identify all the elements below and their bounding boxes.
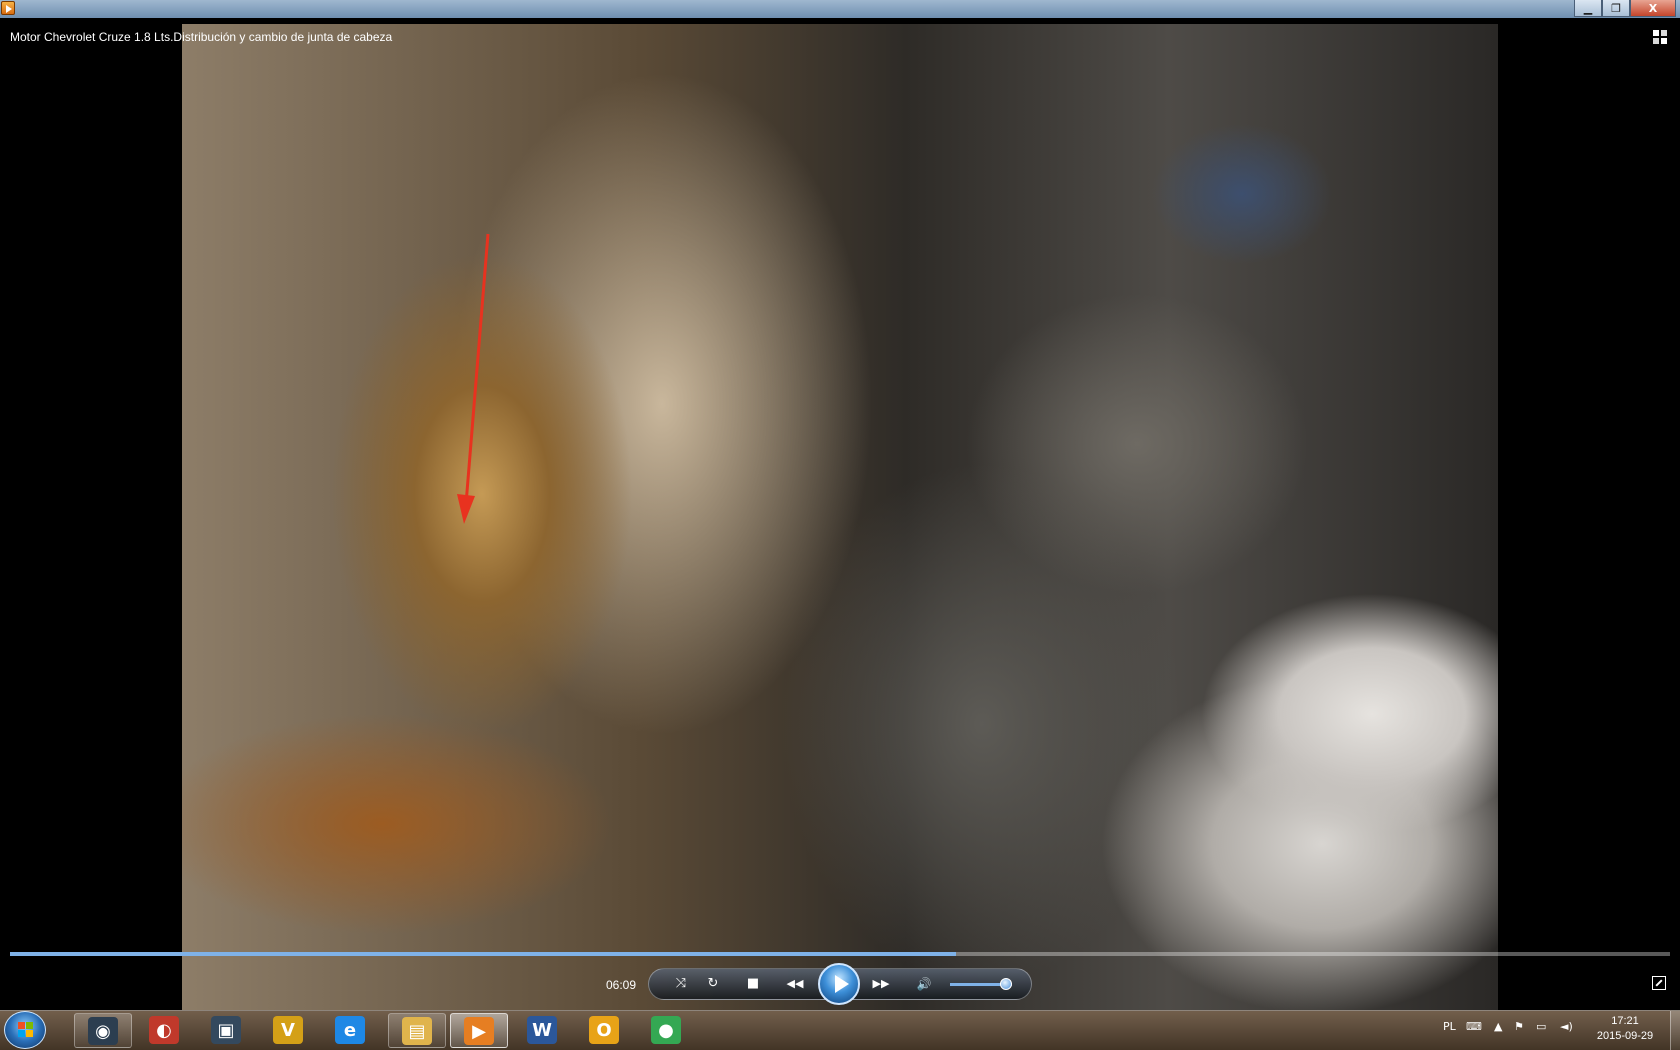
shuffle-button[interactable]: ⤨ bbox=[670, 975, 692, 993]
show-hidden-icons-button[interactable]: ▲ bbox=[1494, 1020, 1502, 1033]
maximize-button[interactable]: ❐ bbox=[1602, 0, 1630, 17]
seek-progress bbox=[10, 952, 957, 956]
taskbar-chrome[interactable]: ● bbox=[638, 1013, 696, 1048]
window-controls: ▁ ❐ X bbox=[1574, 0, 1676, 17]
media-player-app-icon[interactable] bbox=[1, 1, 15, 15]
volume-icon: 🔊 bbox=[916, 977, 932, 991]
camera-app-icon: ◉ bbox=[88, 1017, 118, 1045]
minimize-button[interactable]: ▁ bbox=[1574, 0, 1602, 17]
taskbar-file-explorer[interactable]: ▤ bbox=[388, 1013, 446, 1048]
file-explorer-icon: ▤ bbox=[402, 1017, 432, 1045]
previous-icon: ◀◀ bbox=[786, 977, 804, 990]
compact-mode-icon[interactable] bbox=[1652, 29, 1668, 45]
minimize-icon: ▁ bbox=[1583, 1, 1593, 15]
next-icon: ▶▶ bbox=[872, 977, 890, 990]
keyboard-icon[interactable]: ⌨ bbox=[1466, 1020, 1482, 1033]
speaker-icon[interactable]: ◄) bbox=[1560, 1020, 1573, 1033]
chrome-icon: ● bbox=[651, 1016, 681, 1044]
stop-icon: ■ bbox=[746, 976, 760, 991]
close-button[interactable]: X bbox=[1630, 0, 1676, 17]
taskbar-internet-explorer[interactable]: e bbox=[322, 1013, 380, 1048]
video-title: Motor Chevrolet Cruze 1.8 Lts.Distribuci… bbox=[10, 30, 393, 44]
shuffle-icon: ⤨ bbox=[675, 976, 687, 991]
current-time: 06:09 bbox=[606, 978, 637, 992]
show-desktop-button[interactable] bbox=[1670, 1011, 1680, 1050]
volume-slider-handle[interactable] bbox=[999, 978, 1012, 990]
taskbar-vegas[interactable]: V bbox=[260, 1013, 318, 1048]
taskbar-media-player[interactable]: ▶ bbox=[450, 1013, 508, 1048]
windows-logo-icon bbox=[18, 1022, 34, 1038]
start-button[interactable] bbox=[4, 1011, 46, 1049]
repeat-button[interactable]: ↻ bbox=[702, 975, 724, 993]
internet-explorer-icon: e bbox=[335, 1016, 365, 1044]
previous-button[interactable]: ◀◀ bbox=[780, 975, 810, 993]
word-icon: W bbox=[527, 1016, 557, 1044]
next-button[interactable]: ▶▶ bbox=[866, 975, 896, 993]
seek-bar[interactable] bbox=[10, 952, 1670, 956]
taskbar-opera[interactable]: ◐ bbox=[136, 1013, 194, 1048]
clock-time: 17:21 bbox=[1611, 1015, 1639, 1027]
taskbar-word[interactable]: W bbox=[514, 1013, 572, 1048]
taskbar-virtualdub[interactable]: ▣ bbox=[198, 1013, 256, 1048]
action-center-flag-icon[interactable]: ⚑ bbox=[1514, 1020, 1524, 1033]
video-frame[interactable] bbox=[182, 24, 1498, 1010]
outlook-icon: O bbox=[589, 1016, 619, 1044]
clock-date: 2015-09-29 bbox=[1596, 1030, 1654, 1042]
red-arrow-annotation bbox=[457, 233, 490, 524]
network-icon[interactable]: ▭ bbox=[1536, 1020, 1546, 1033]
media-player-icon: ▶ bbox=[464, 1017, 494, 1045]
mute-button[interactable]: 🔊 bbox=[912, 975, 936, 993]
exit-fullscreen-icon[interactable] bbox=[1652, 976, 1666, 990]
taskbar-outlook[interactable]: O bbox=[576, 1013, 634, 1048]
virtualdub-icon: ▣ bbox=[211, 1016, 241, 1044]
taskbar-camera-app[interactable]: ◉ bbox=[74, 1013, 132, 1048]
restore-down-icon: ❐ bbox=[1611, 1, 1621, 15]
vegas-icon: V bbox=[273, 1016, 303, 1044]
window-title-bar bbox=[0, 0, 1680, 18]
repeat-icon: ↻ bbox=[707, 976, 719, 991]
system-clock[interactable]: 17:21 2015-09-29 bbox=[1585, 1014, 1665, 1044]
opera-icon: ◐ bbox=[149, 1016, 179, 1044]
close-icon: X bbox=[1648, 1, 1658, 15]
stop-button[interactable]: ■ bbox=[742, 975, 764, 993]
language-indicator[interactable]: PL bbox=[1443, 1020, 1456, 1033]
play-button[interactable] bbox=[818, 963, 860, 1005]
